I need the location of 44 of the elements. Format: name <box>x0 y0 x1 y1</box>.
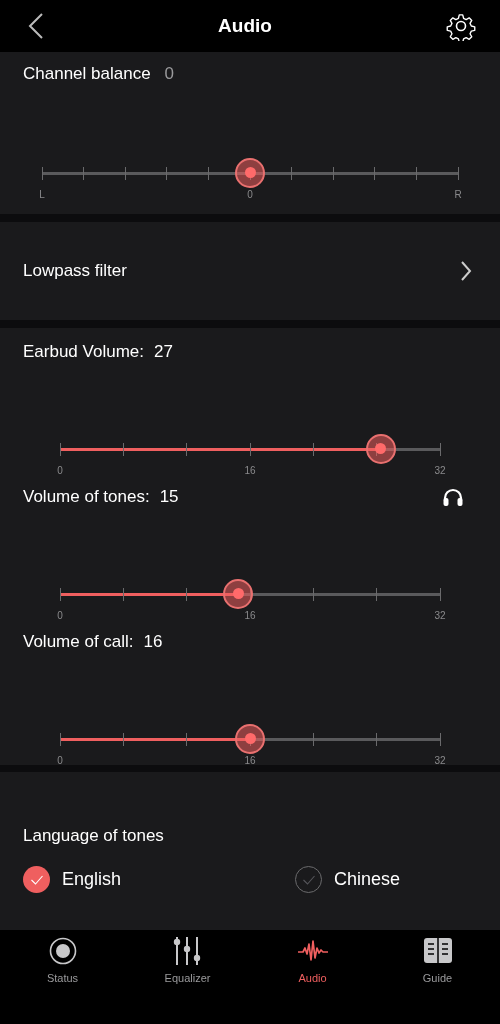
lowpass-filter-row[interactable]: Lowpass filter <box>0 222 500 320</box>
slider-thumb[interactable] <box>235 157 265 188</box>
volume-value: 15 <box>159 487 179 507</box>
book-icon <box>422 937 453 965</box>
volume-value: 27 <box>153 342 173 362</box>
tick-label: 16 <box>244 465 256 476</box>
language-option[interactable]: Chinese <box>334 869 401 890</box>
volume-value: 16 <box>143 632 163 652</box>
volume-label: Volume of tones: <box>23 487 150 507</box>
tick-label: 16 <box>244 755 256 766</box>
tab[interactable]: Audio <box>296 936 329 984</box>
tick-label: 16 <box>244 610 256 621</box>
tick-label: 0 <box>247 189 253 200</box>
tick-label: 0 <box>57 610 63 621</box>
slider-thumb[interactable] <box>365 433 396 464</box>
volume-label: Volume of call: <box>23 632 134 652</box>
checkmark-icon <box>301 873 316 886</box>
tab[interactable]: Equalizer <box>164 936 211 984</box>
radio-check[interactable] <box>23 866 50 893</box>
tab[interactable]: Status <box>46 936 79 984</box>
settings-icon[interactable] <box>446 11 476 41</box>
setting-label: Channel balance <box>23 64 151 84</box>
tick-label: 32 <box>434 465 446 476</box>
checkmark-icon <box>29 873 44 886</box>
chevron-right-icon <box>460 260 472 282</box>
tick-label: L <box>39 189 45 200</box>
tick-label: 0 <box>57 755 63 766</box>
waveform-icon <box>296 939 329 963</box>
headphones-icon[interactable] <box>442 487 464 507</box>
language-option[interactable]: English <box>62 869 122 890</box>
slider-thumb[interactable] <box>223 578 254 609</box>
tick-label: 0 <box>57 465 63 476</box>
sliders-icon <box>173 936 202 966</box>
screen-title: Audio <box>218 15 272 37</box>
slider-thumb[interactable] <box>235 723 265 754</box>
volume-label: Earbud Volume: <box>23 342 144 362</box>
tick-label: R <box>454 189 462 200</box>
back-icon[interactable] <box>28 12 44 40</box>
record-icon <box>47 936 78 966</box>
tick-label: 32 <box>434 610 446 621</box>
tick-label: 32 <box>434 755 446 766</box>
tab[interactable]: Guide <box>422 936 453 984</box>
balance-value: 0 <box>164 64 175 84</box>
section-title: Language of tones <box>23 826 165 846</box>
